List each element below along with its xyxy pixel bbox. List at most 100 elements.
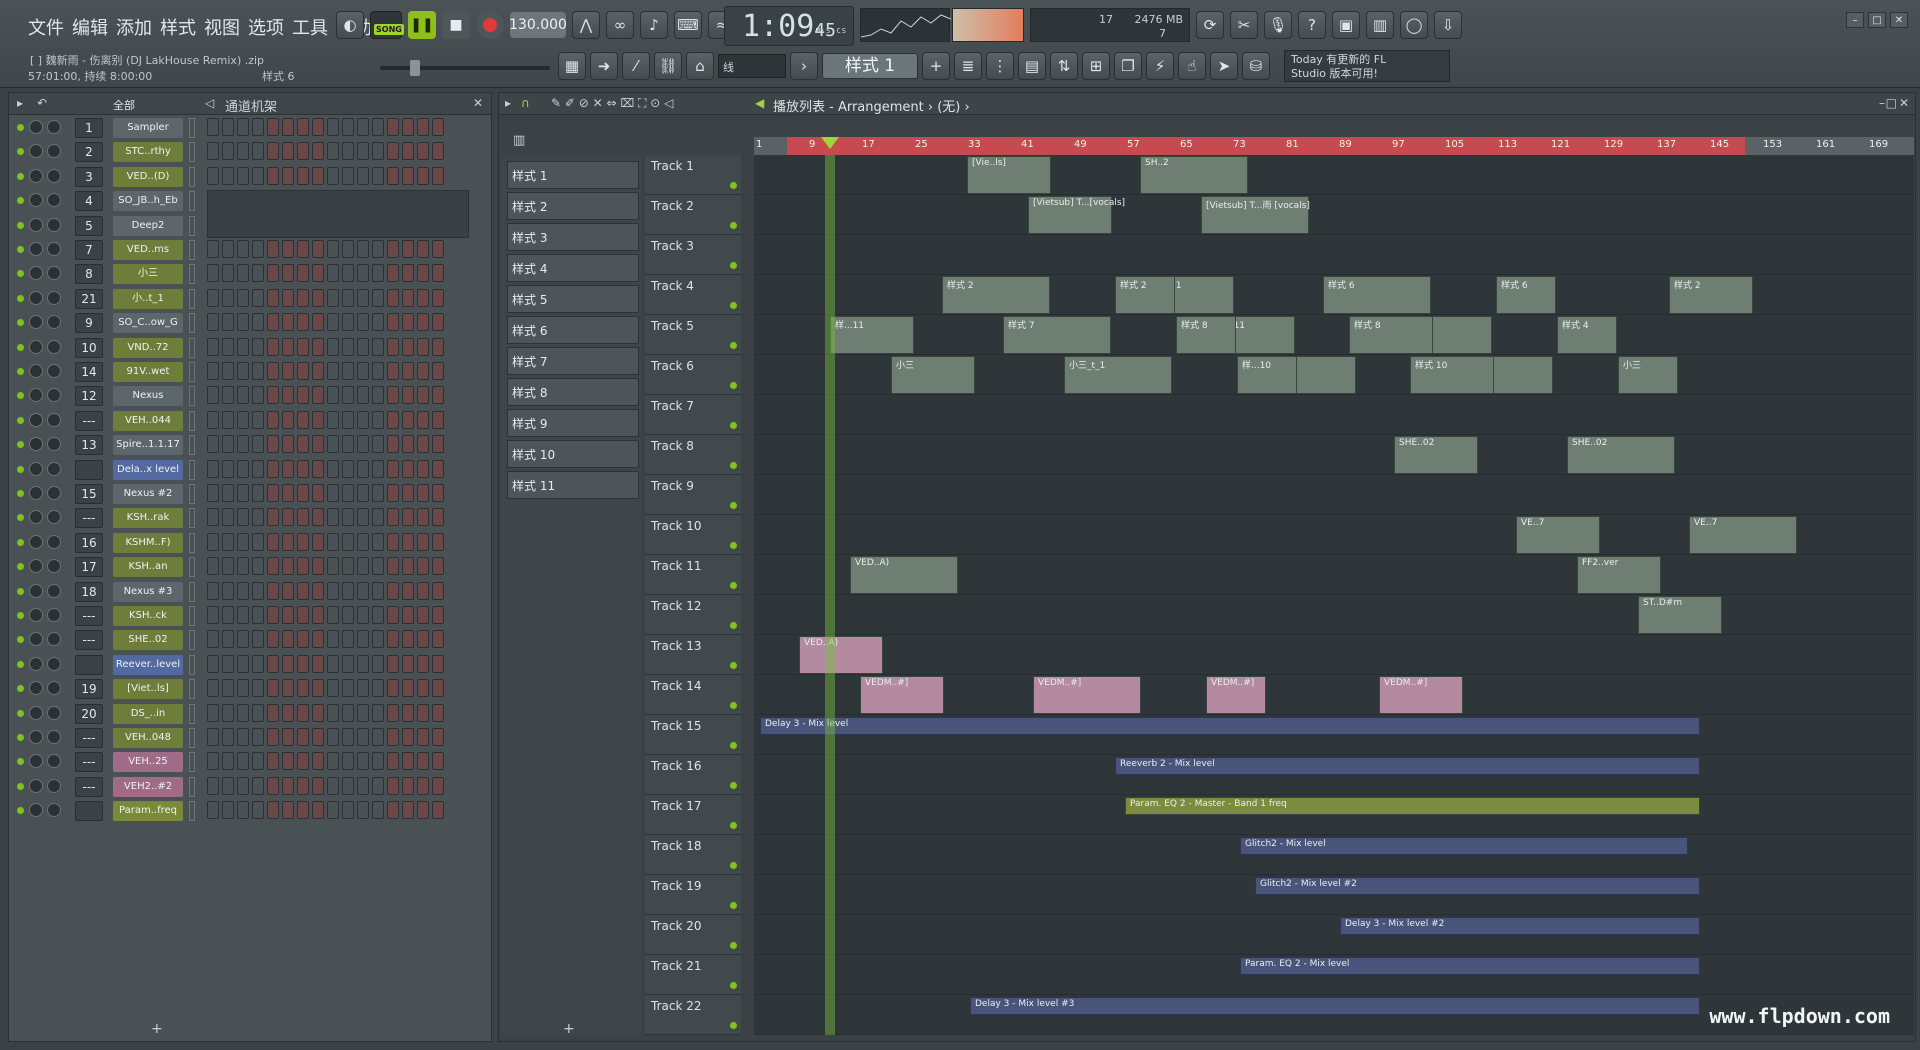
step-button[interactable]: [417, 630, 429, 649]
channel-led[interactable]: [17, 368, 24, 375]
step-button[interactable]: [222, 752, 234, 771]
step-button[interactable]: [312, 313, 324, 332]
step-button[interactable]: [222, 581, 234, 600]
step-button[interactable]: [282, 337, 294, 356]
channel-row[interactable]: 3 VED..(D): [9, 164, 491, 190]
step-button[interactable]: [207, 435, 219, 454]
channel-led[interactable]: [17, 221, 24, 229]
channel-row[interactable]: 18 Nexus #3: [9, 579, 491, 605]
step-button[interactable]: [357, 508, 369, 527]
track-header[interactable]: Track 21: [645, 955, 741, 995]
step-button[interactable]: [432, 508, 444, 527]
channel-led[interactable]: [17, 441, 24, 449]
step-button[interactable]: [267, 532, 279, 551]
step-button[interactable]: [312, 703, 324, 722]
step-button[interactable]: [312, 581, 324, 600]
channel-name-button[interactable]: KSHM..F): [113, 532, 183, 553]
step-button[interactable]: [207, 166, 219, 185]
channel-row[interactable]: --- VEH2..#2: [9, 774, 491, 800]
step-button[interactable]: [417, 606, 429, 624]
track-header[interactable]: Track 17: [645, 795, 741, 835]
step-button[interactable]: [417, 703, 429, 722]
automation-clip[interactable]: Glitch2 - Mix level: [1240, 837, 1688, 855]
pattern-item[interactable]: 样式 10: [507, 440, 639, 468]
mixer-track-number[interactable]: 17: [75, 557, 103, 578]
step-button[interactable]: [222, 459, 234, 478]
step-button[interactable]: [252, 337, 264, 356]
step-button[interactable]: [372, 337, 384, 356]
step-button[interactable]: [342, 606, 354, 624]
step-button[interactable]: [222, 142, 234, 161]
step-button[interactable]: [417, 654, 429, 673]
step-button[interactable]: [342, 118, 354, 136]
step-button[interactable]: [237, 532, 249, 551]
step-button[interactable]: [222, 264, 234, 283]
step-button[interactable]: [417, 166, 429, 185]
step-button[interactable]: [222, 532, 234, 551]
step-button[interactable]: [387, 728, 399, 746]
step-button[interactable]: [222, 410, 234, 429]
step-button[interactable]: [372, 654, 384, 673]
step-button[interactable]: [237, 240, 249, 258]
step-button[interactable]: [402, 728, 414, 746]
track-header[interactable]: Track 10: [645, 515, 741, 555]
step-button[interactable]: [267, 728, 279, 746]
step-button[interactable]: [372, 630, 384, 649]
audio-clip[interactable]: SHE..02: [1567, 436, 1675, 474]
plugin-icon[interactable]: ⇅: [1050, 52, 1078, 80]
volume-knob[interactable]: [47, 486, 61, 500]
step-button[interactable]: [252, 484, 264, 502]
touch-icon[interactable]: ☝: [1178, 52, 1206, 80]
channel-led[interactable]: [17, 392, 24, 400]
step-button[interactable]: [417, 532, 429, 551]
audio-clip[interactable]: 小三_t_1: [1064, 356, 1172, 394]
add-pattern-icon[interactable]: +: [563, 1021, 575, 1037]
step-button[interactable]: [402, 654, 414, 673]
step-button[interactable]: [402, 410, 414, 429]
step-button[interactable]: [312, 776, 324, 795]
step-button[interactable]: [282, 557, 294, 576]
piano-view-icon[interactable]: ▥: [513, 133, 525, 148]
audio-clip[interactable]: 样...11: [830, 316, 914, 354]
mixer-track-number[interactable]: 21: [75, 288, 103, 309]
channel-select[interactable]: [189, 630, 195, 651]
news-panel[interactable]: Today 有更新的 FL Studio 版本可用!: [1284, 50, 1450, 82]
channel-row[interactable]: --- KSH..ck: [9, 603, 491, 629]
record-button[interactable]: [476, 11, 504, 39]
step-button[interactable]: [282, 386, 294, 405]
help-icon[interactable]: ?: [1298, 11, 1326, 39]
step-button[interactable]: [387, 386, 399, 405]
step-button[interactable]: [237, 752, 249, 771]
step-button[interactable]: [297, 264, 309, 283]
pan-knob[interactable]: [29, 315, 43, 330]
step-button[interactable]: [267, 288, 279, 307]
step-button[interactable]: [297, 142, 309, 161]
step-button[interactable]: [297, 484, 309, 502]
step-button[interactable]: [327, 142, 339, 161]
channel-row[interactable]: 8 小三: [9, 261, 491, 287]
step-button[interactable]: [387, 508, 399, 527]
step-button[interactable]: [417, 337, 429, 356]
track-led[interactable]: [730, 182, 737, 189]
track-led[interactable]: [730, 942, 737, 949]
channel-select[interactable]: [189, 459, 195, 480]
step-button[interactable]: [372, 728, 384, 746]
step-button[interactable]: [282, 630, 294, 649]
step-button[interactable]: [237, 606, 249, 624]
step-button[interactable]: [357, 459, 369, 478]
pattern-item[interactable]: 样式 2: [507, 192, 639, 220]
volume-knob[interactable]: [47, 583, 61, 598]
step-button[interactable]: [252, 606, 264, 624]
step-button[interactable]: [357, 264, 369, 283]
send-icon[interactable]: ➤: [1210, 52, 1238, 80]
channel-name-button[interactable]: VND..72: [113, 337, 183, 358]
track-led[interactable]: [730, 382, 737, 389]
step-button[interactable]: [327, 410, 339, 429]
step-button[interactable]: [432, 264, 444, 283]
step-button[interactable]: [297, 508, 309, 527]
step-button[interactable]: [357, 679, 369, 698]
step-button[interactable]: [237, 288, 249, 307]
step-button[interactable]: [252, 264, 264, 283]
channel-led[interactable]: [17, 685, 24, 693]
step-button[interactable]: [402, 801, 414, 820]
